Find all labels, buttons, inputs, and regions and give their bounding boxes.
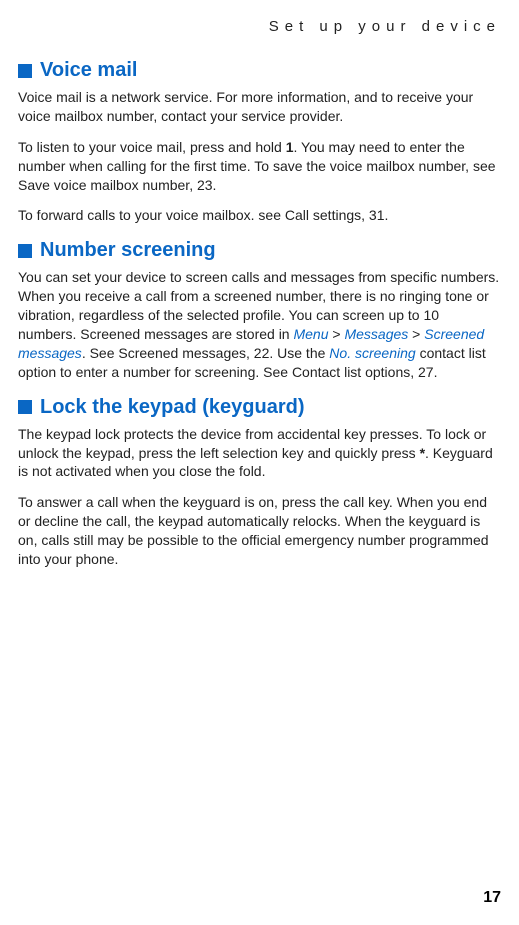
square-bullet-icon [18, 400, 32, 414]
section-title: Voice mail [40, 59, 137, 82]
body-text: > [408, 326, 424, 342]
menu-path-text: No. screening [329, 345, 415, 361]
paragraph: You can set your device to screen calls … [18, 268, 501, 381]
paragraph: To forward calls to your voice mailbox. … [18, 206, 501, 225]
square-bullet-icon [18, 244, 32, 258]
square-bullet-icon [18, 64, 32, 78]
section-title: Lock the keypad (keyguard) [40, 396, 305, 419]
body-text: To listen to your voice mail, press and … [18, 139, 286, 155]
body-text: Voice mail is a network service. For mor… [18, 89, 473, 124]
running-header: Set up your device [18, 18, 501, 35]
body-text: To forward calls to your voice mailbox. … [18, 207, 388, 223]
key-reference: 1 [286, 139, 294, 155]
body-text: To answer a call when the keyguard is on… [18, 494, 489, 567]
section-heading: Number screening [18, 239, 501, 262]
page-content: Voice mail Voice mail is a network servic… [18, 59, 501, 569]
paragraph: Voice mail is a network service. For mor… [18, 88, 501, 126]
menu-path-text: Messages [344, 326, 408, 342]
menu-path-text: Menu [293, 326, 328, 342]
section-heading: Lock the keypad (keyguard) [18, 396, 501, 419]
page-number: 17 [483, 889, 501, 907]
section-title: Number screening [40, 239, 216, 262]
body-text: The keypad lock protects the device from… [18, 426, 486, 461]
paragraph: To listen to your voice mail, press and … [18, 138, 501, 195]
body-text: . See Screened messages, 22. Use the [82, 345, 329, 361]
section-heading: Voice mail [18, 59, 501, 82]
paragraph: To answer a call when the keyguard is on… [18, 493, 501, 569]
body-text: > [329, 326, 345, 342]
paragraph: The keypad lock protects the device from… [18, 425, 501, 482]
